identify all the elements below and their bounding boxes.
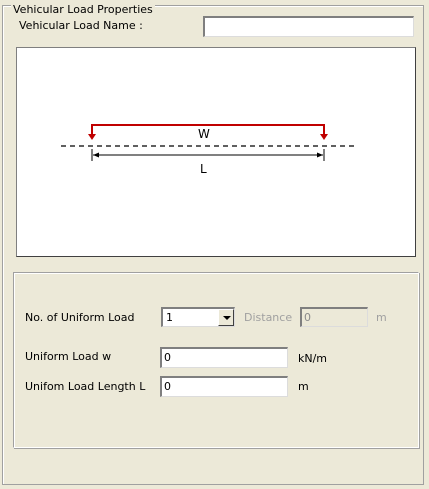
dim-left-arrow <box>93 152 99 158</box>
load-right-arrow-head <box>320 134 328 140</box>
distance-unit: m <box>376 311 387 324</box>
no-of-uniform-load-select[interactable]: 1 <box>161 307 235 327</box>
vehicular-load-name-label: Vehicular Load Name : <box>19 19 143 32</box>
uniform-load-w-unit: kN/m <box>298 352 328 365</box>
vehicular-load-name-input[interactable] <box>203 16 414 37</box>
dim-right-arrow <box>317 152 323 158</box>
no-of-uniform-load-value: 1 <box>166 311 173 324</box>
distance-input[interactable]: 0 <box>300 307 368 327</box>
no-of-uniform-load-label: No. of Uniform Load <box>25 311 135 324</box>
uniform-load-w-label: Uniform Load w <box>25 350 112 363</box>
uniform-load-w-input[interactable]: 0 <box>160 347 288 368</box>
uniform-load-length-input[interactable]: 0 <box>160 376 288 397</box>
chevron-down-icon <box>223 316 231 320</box>
load-diagram: W L <box>16 47 416 257</box>
uniform-load-length-unit: m <box>298 380 309 393</box>
group-title: Vehicular Load Properties <box>11 3 155 16</box>
uniform-load-length-label: Unifom Load Length L <box>25 380 146 393</box>
length-l-label: L <box>200 162 207 176</box>
load-diagram-svg <box>61 124 357 161</box>
distance-label: Distance <box>244 311 293 324</box>
dropdown-button[interactable] <box>218 309 234 326</box>
load-left-arrow-head <box>88 134 96 140</box>
load-w-label: W <box>198 127 210 141</box>
